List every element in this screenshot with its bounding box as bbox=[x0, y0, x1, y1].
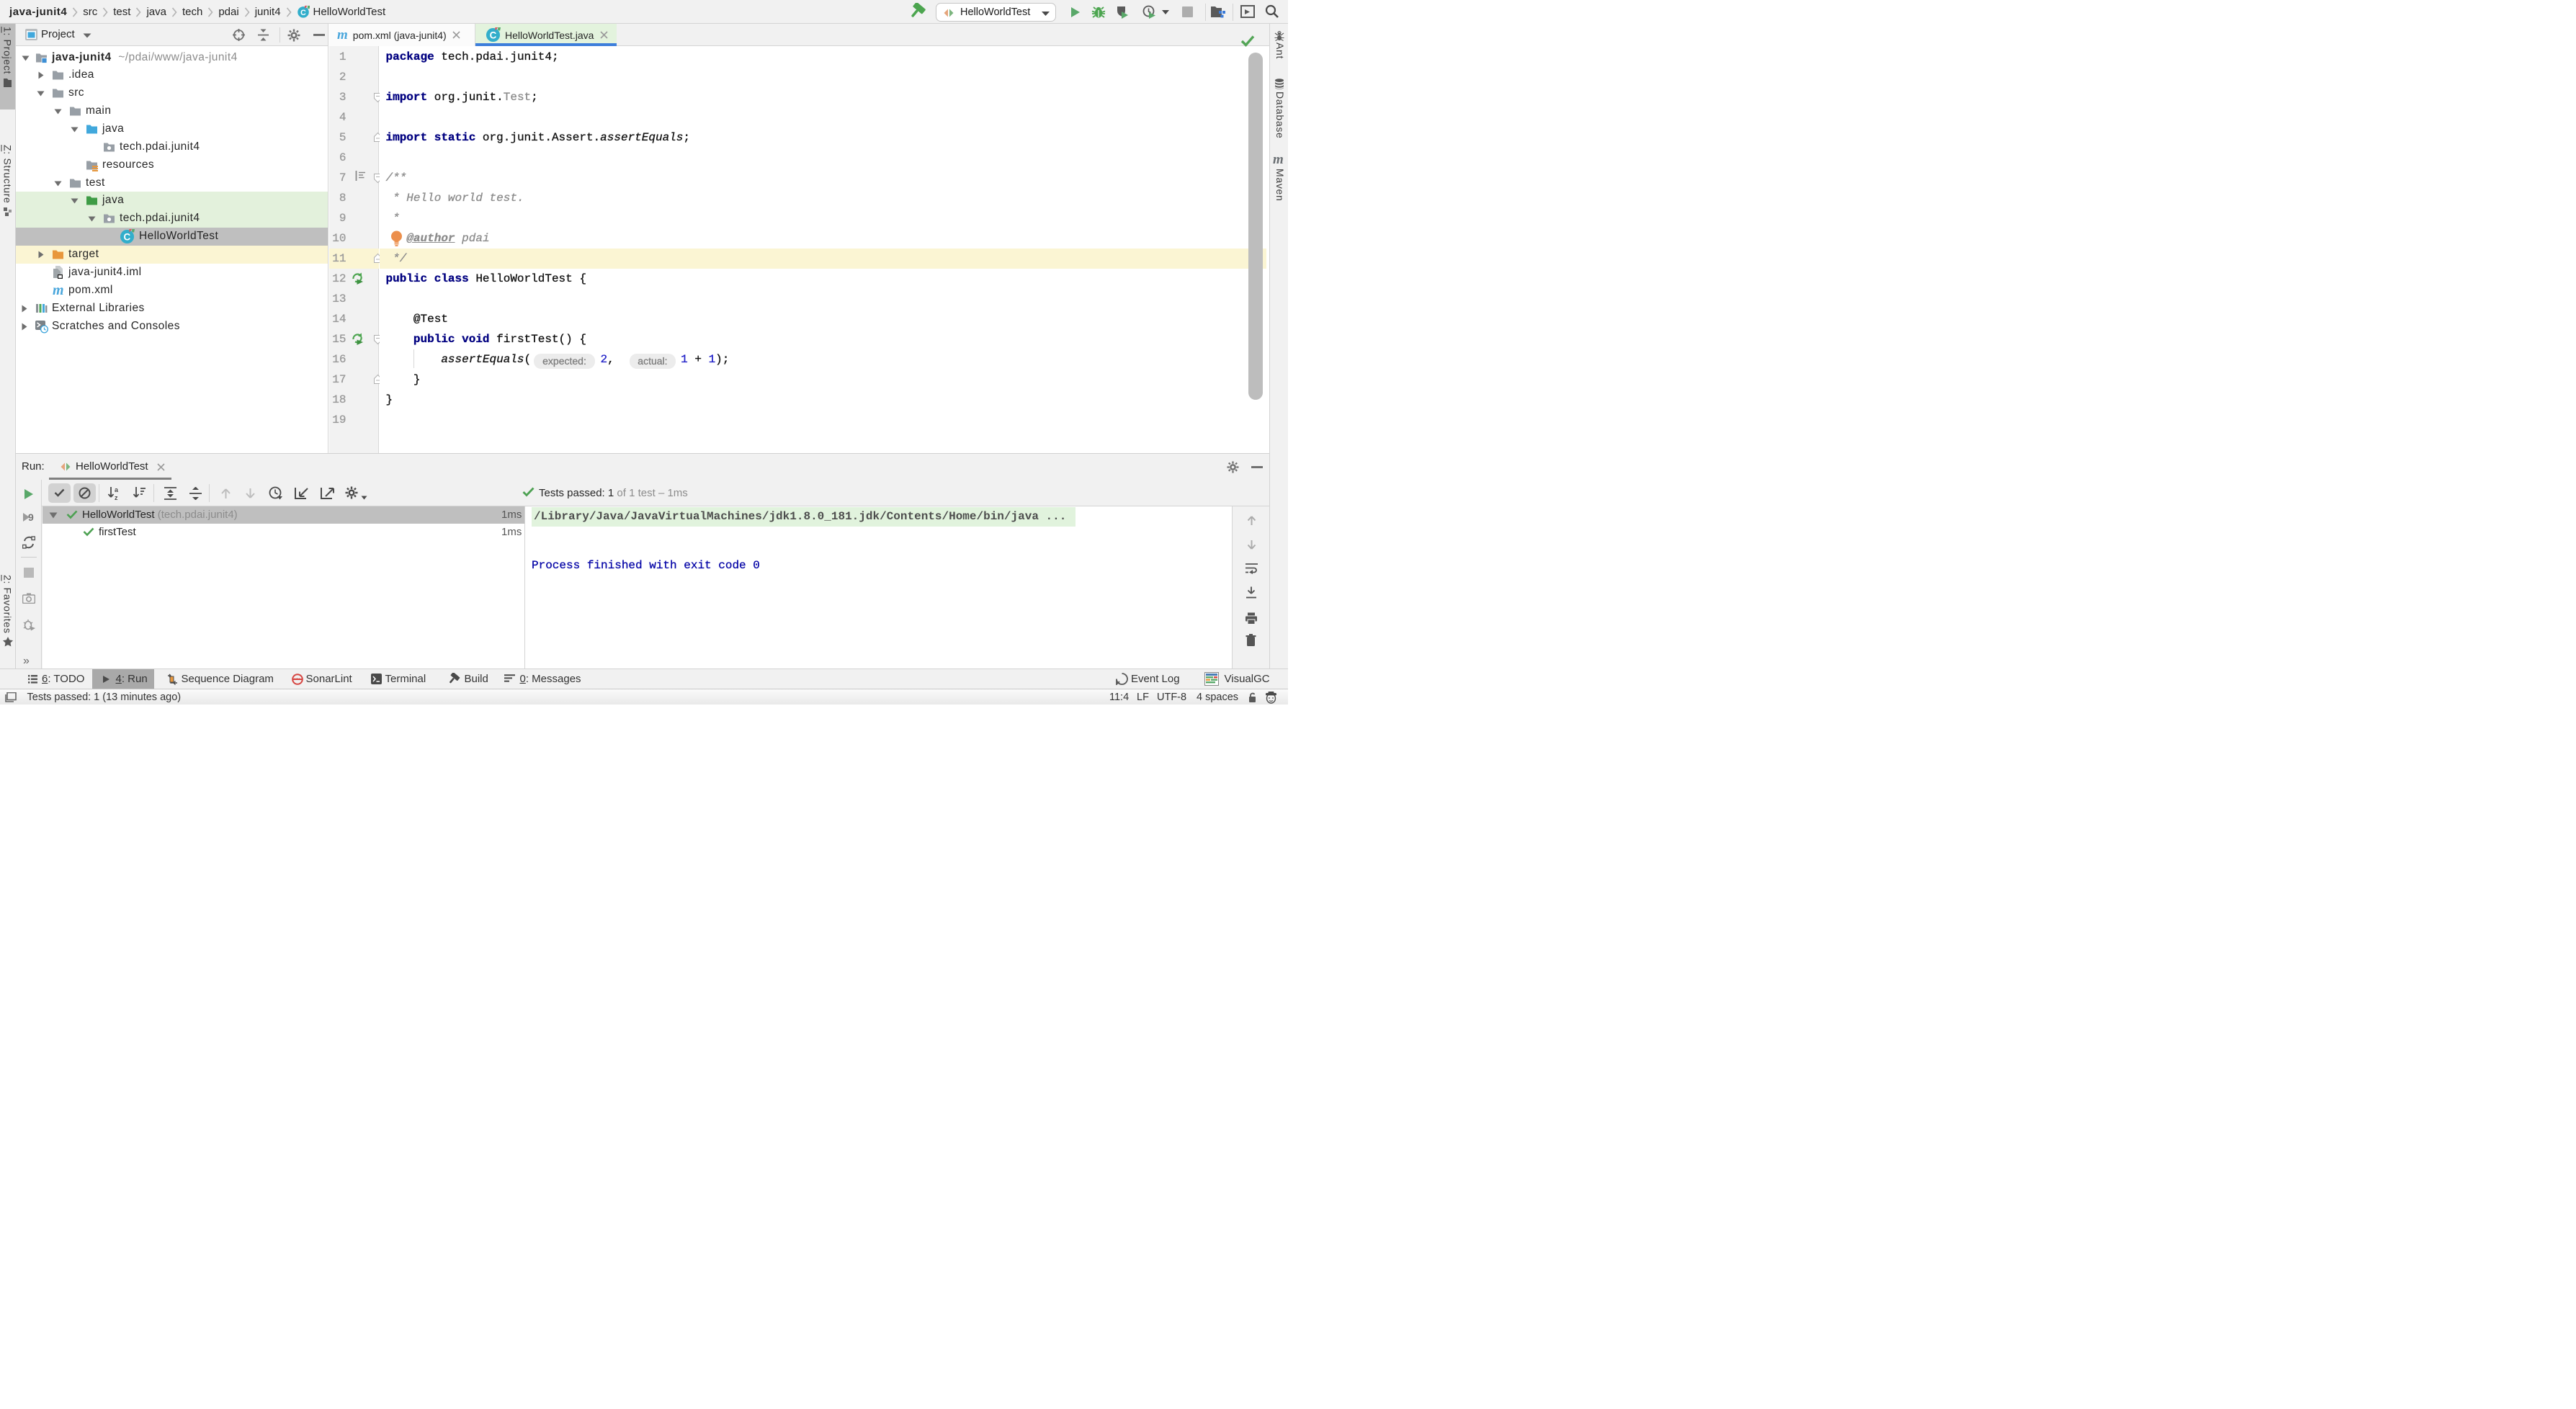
svg-text:C: C bbox=[300, 9, 306, 17]
svg-text:C: C bbox=[490, 30, 497, 40]
svg-text:z: z bbox=[115, 494, 118, 501]
svg-text:a: a bbox=[115, 486, 119, 493]
svg-text:9: 9 bbox=[28, 511, 34, 523]
svg-text:C: C bbox=[123, 231, 130, 242]
